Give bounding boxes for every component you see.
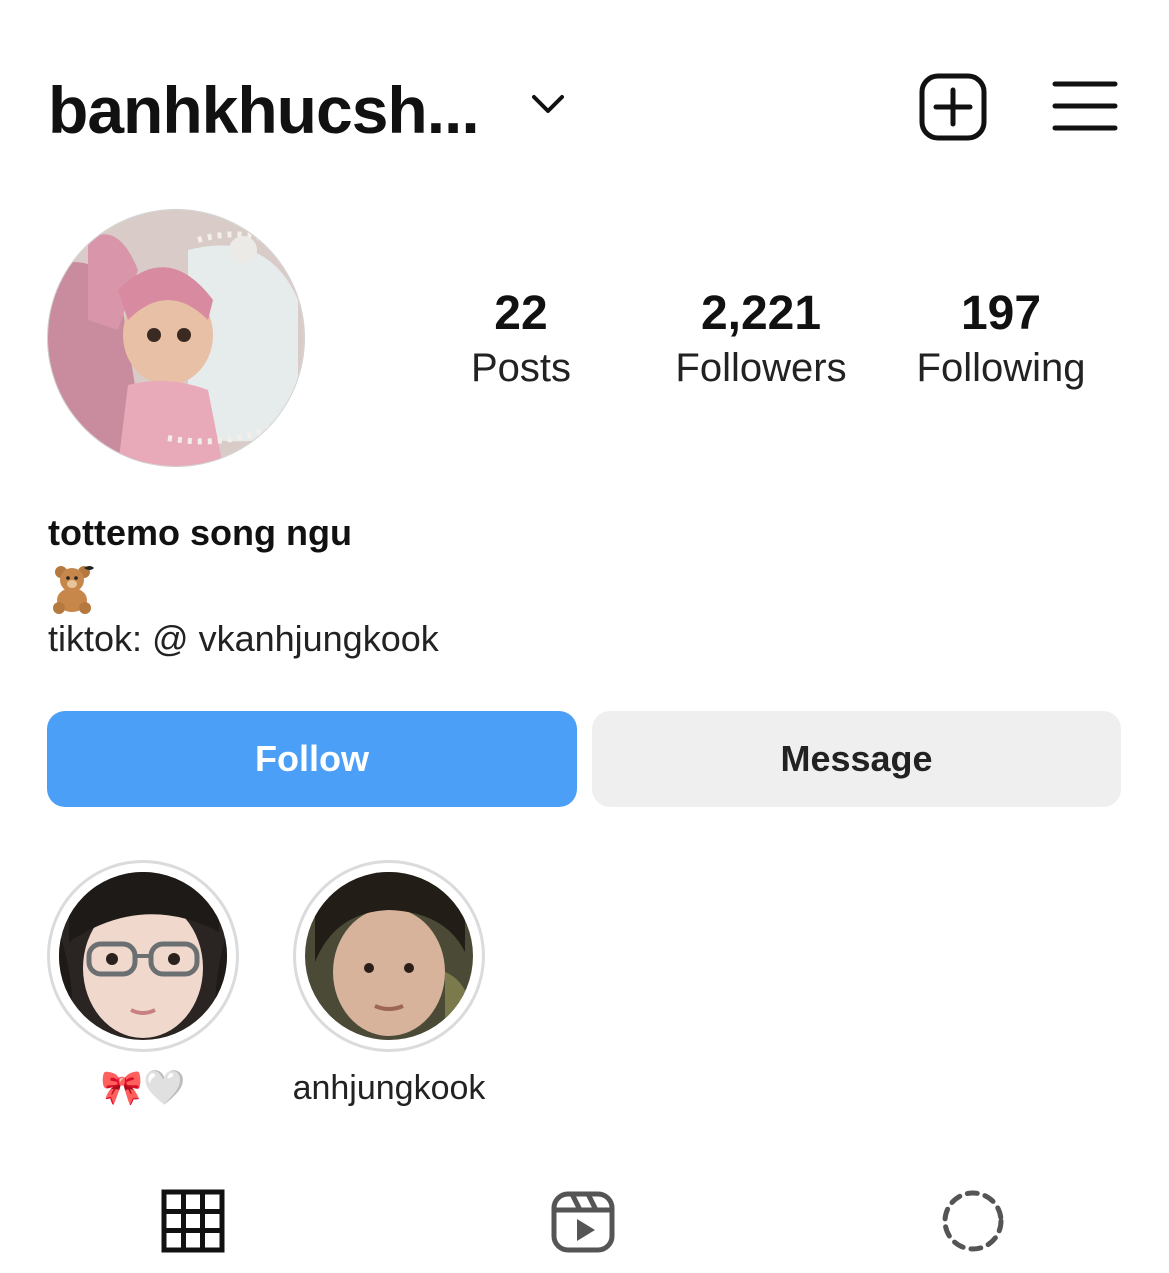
highlight-label: anhjungkook bbox=[292, 1069, 486, 1107]
grid-icon[interactable] bbox=[160, 1188, 226, 1254]
plus-square-icon[interactable] bbox=[918, 72, 988, 142]
profile-header: banhkhucsh... bbox=[0, 0, 1169, 200]
highlight-thumbnail bbox=[59, 872, 227, 1040]
hamburger-menu-icon[interactable] bbox=[1052, 78, 1118, 134]
username-title[interactable]: banhkhucsh... bbox=[48, 70, 480, 150]
chevron-down-icon[interactable] bbox=[530, 92, 566, 116]
reels-icon[interactable] bbox=[550, 1188, 616, 1254]
following-label: Following bbox=[916, 346, 1086, 390]
bio-text: tiktok: @ vkanhjungkook bbox=[48, 618, 439, 659]
message-button[interactable]: Message bbox=[592, 711, 1121, 807]
story-highlight[interactable]: anhjungkook bbox=[264, 860, 514, 1110]
teddy-bear-icon bbox=[53, 566, 94, 614]
highlight-ring bbox=[293, 860, 485, 1052]
follow-button[interactable]: Follow bbox=[47, 711, 577, 807]
followers-count: 2,221 bbox=[700, 287, 822, 340]
profile-stats: 22 Posts 2,221 Followers 197 Following bbox=[0, 285, 1169, 405]
profile-tab-bar bbox=[0, 1180, 1169, 1273]
following-count: 197 bbox=[960, 287, 1042, 340]
posts-stat[interactable]: 22 Posts bbox=[441, 285, 601, 393]
followers-label: Followers bbox=[675, 346, 847, 390]
posts-count: 22 bbox=[494, 287, 548, 340]
highlight-label: 🎀🤍 bbox=[100, 1069, 186, 1107]
following-stat[interactable]: 197 Following bbox=[896, 285, 1106, 393]
bio-display-name: tottemo song ngu bbox=[48, 512, 352, 553]
story-highlight[interactable]: 🎀🤍 bbox=[18, 860, 268, 1110]
tagged-icon[interactable] bbox=[940, 1188, 1006, 1254]
highlight-ring bbox=[47, 860, 239, 1052]
followers-stat[interactable]: 2,221 Followers bbox=[651, 285, 871, 393]
posts-label: Posts bbox=[470, 346, 572, 390]
highlight-thumbnail bbox=[305, 872, 473, 1040]
